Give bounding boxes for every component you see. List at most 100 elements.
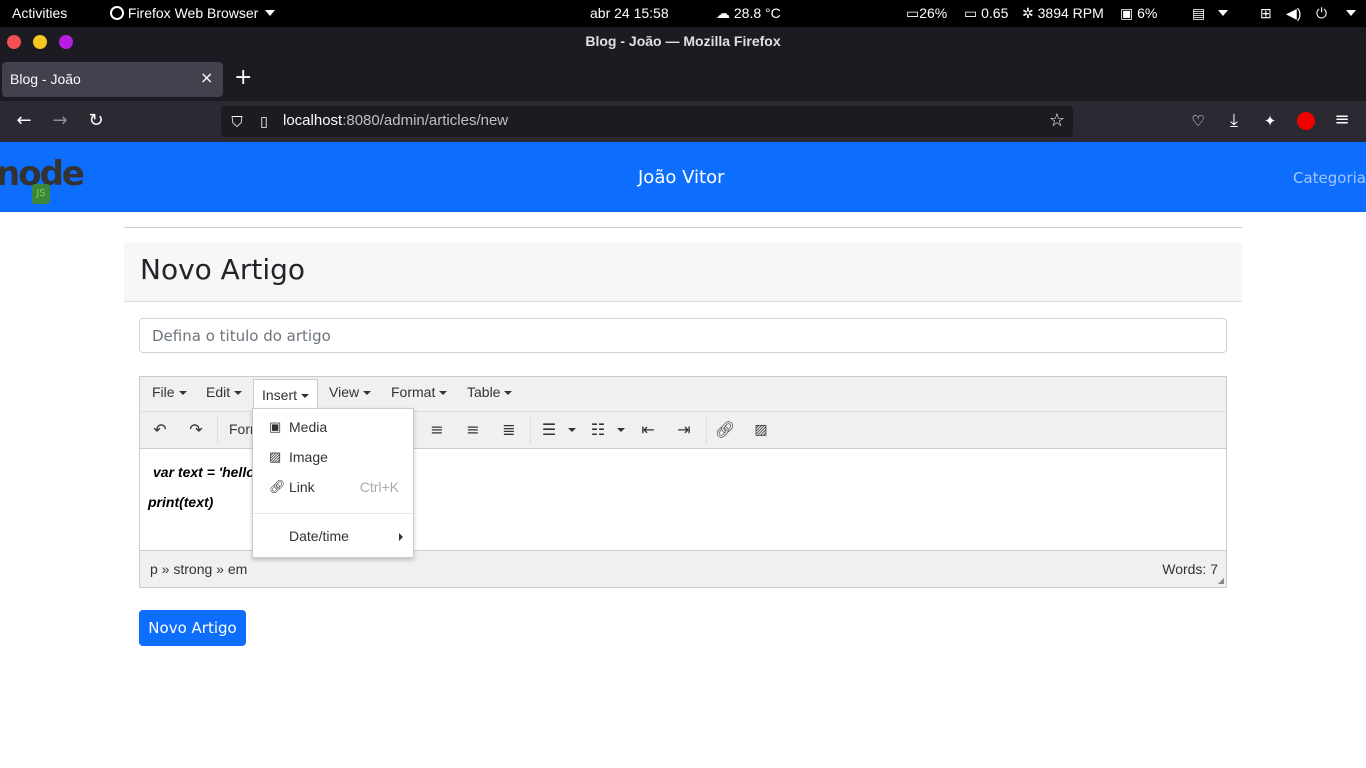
- close-tab-icon[interactable]: ×: [200, 68, 213, 87]
- site-navbar: node JS João Vitor Categorias: [0, 142, 1366, 212]
- cloud-icon: ☁: [716, 5, 730, 21]
- numbered-list-chevron-icon[interactable]: [617, 428, 625, 432]
- volume-icon[interactable]: ◀): [1286, 5, 1301, 22]
- menu-table[interactable]: Table: [459, 377, 520, 411]
- fan-indicator[interactable]: ✲ 3894 RPM: [1022, 5, 1104, 22]
- menu-divider: [253, 513, 413, 514]
- weather-indicator[interactable]: ☁ 28.8 °C: [716, 5, 781, 22]
- weather-text: 28.8 °C: [733, 5, 781, 21]
- memory-indicator[interactable]: ▣ 6%: [1120, 5, 1157, 22]
- divider: [124, 227, 1242, 228]
- indent-icon[interactable]: ⇥: [673, 420, 695, 440]
- bullet-list-icon[interactable]: ☰: [538, 420, 560, 440]
- extension-icon[interactable]: ✦: [1259, 111, 1281, 131]
- content-line: print(text): [148, 494, 214, 510]
- formats-dropdown[interactable]: Forr: [229, 421, 255, 437]
- chevron-down-icon[interactable]: [1218, 10, 1228, 16]
- clock[interactable]: abr 24 15:58: [590, 5, 669, 21]
- align-right-icon[interactable]: ≡: [462, 420, 484, 440]
- memory-text: 6%: [1137, 5, 1158, 21]
- outdent-icon[interactable]: ⇤: [637, 420, 659, 440]
- nav-link-categorias[interactable]: Categorias: [1293, 169, 1366, 187]
- page-icon: ▯: [260, 114, 268, 130]
- toolbar-separator: [530, 416, 531, 444]
- menu-file[interactable]: File: [144, 377, 195, 411]
- image-icon[interactable]: ▨: [750, 420, 772, 440]
- ublock-icon[interactable]: [1297, 112, 1315, 130]
- word-count: Words: 7: [1162, 561, 1218, 577]
- bookmark-star-icon[interactable]: ☆: [1047, 111, 1067, 131]
- battery-text: 26%: [919, 5, 948, 21]
- navigation-toolbar: ← → ↻ ⛉ ▯ localhost:8080/admin/articles/…: [0, 101, 1366, 142]
- back-icon[interactable]: ←: [13, 111, 35, 131]
- window-title: Blog - João — Mozilla Firefox: [585, 33, 781, 49]
- menu-item-label: Media: [289, 419, 328, 435]
- redo-icon[interactable]: ↷: [185, 420, 207, 440]
- menu-format[interactable]: Format: [383, 377, 455, 411]
- shortcut-label: Ctrl+K: [359, 479, 399, 495]
- editor-menubar: File Edit Insert View Format Table: [140, 377, 1226, 415]
- menu-item-image[interactable]: ▨ Image: [253, 443, 413, 471]
- page-title: Novo Artigo: [140, 253, 306, 286]
- firefox-icon: [110, 6, 124, 20]
- bullet-list-chevron-icon[interactable]: [568, 428, 576, 432]
- fan-icon: ✲: [1022, 5, 1034, 21]
- align-center-icon[interactable]: ≡: [426, 420, 448, 440]
- article-title-input[interactable]: [139, 318, 1227, 353]
- menu-item-link[interactable]: 🔗︎ Link Ctrl+K: [253, 473, 413, 501]
- menu-edit[interactable]: Edit: [198, 377, 250, 411]
- reload-icon[interactable]: ↻: [85, 111, 107, 131]
- resize-handle-icon[interactable]: ◢: [1218, 576, 1224, 585]
- nodejs-logo[interactable]: node JS: [0, 150, 88, 204]
- app-menu[interactable]: Firefox Web Browser: [110, 5, 276, 21]
- content-line: var text = 'hello: [153, 464, 255, 480]
- card-header: Novo Artigo: [124, 243, 1242, 302]
- toolbar-separator: [706, 416, 707, 444]
- chevron-right-icon: [399, 533, 403, 541]
- submit-article-button[interactable]: Novo Artigo: [139, 610, 246, 646]
- toolbar-separator: [217, 416, 218, 444]
- shield-icon[interactable]: ⛉: [228, 112, 246, 132]
- monitor-icon: ▭: [964, 5, 978, 21]
- battery-icon: ▭: [906, 5, 920, 21]
- insert-menu-dropdown: ▣ Media ▨ Image 🔗︎ Link Ctrl+K Date/time: [252, 408, 414, 558]
- cpu-load-indicator[interactable]: ▭ 0.65: [964, 5, 1008, 22]
- url-bar[interactable]: ⛉ ▯ localhost:8080/admin/articles/new ☆: [221, 106, 1073, 137]
- network-icon[interactable]: ⊞: [1260, 5, 1272, 22]
- image-icon: ▨: [269, 449, 282, 464]
- menu-item-media[interactable]: ▣ Media: [253, 413, 413, 441]
- element-path[interactable]: p » strong » em: [150, 561, 247, 577]
- load-text: 0.65: [981, 5, 1009, 21]
- activities-button[interactable]: Activities: [12, 5, 67, 21]
- align-justify-icon[interactable]: ≣: [498, 420, 520, 440]
- site-brand[interactable]: João Vitor: [638, 167, 724, 188]
- system-top-bar: Activities Firefox Web Browser abr 24 15…: [0, 0, 1366, 27]
- link-icon: 🔗︎: [269, 479, 286, 494]
- window-title-bar: Blog - João — Mozilla Firefox: [0, 27, 1366, 57]
- new-tab-icon[interactable]: +: [234, 67, 252, 89]
- app-menu-label: Firefox Web Browser: [127, 5, 259, 21]
- media-icon: ▣: [269, 419, 282, 434]
- clipboard-icon[interactable]: ▤: [1192, 5, 1205, 22]
- pocket-icon[interactable]: ♡: [1187, 111, 1209, 131]
- link-icon[interactable]: 🔗︎: [714, 420, 736, 440]
- menu-item-datetime[interactable]: Date/time: [253, 522, 413, 550]
- menu-item-label: Image: [289, 449, 328, 465]
- menu-item-label: Date/time: [289, 528, 349, 544]
- js-hexagon-icon: JS: [32, 184, 50, 204]
- forward-icon[interactable]: →: [49, 111, 71, 131]
- chevron-down-icon: [265, 10, 276, 16]
- menu-view[interactable]: View: [321, 377, 379, 411]
- chevron-down-icon[interactable]: [1346, 10, 1356, 16]
- tab-bar: Blog - João × +: [0, 57, 1366, 101]
- hamburger-menu-icon[interactable]: ≡: [1331, 110, 1353, 130]
- battery-indicator[interactable]: ▭26%: [906, 5, 947, 22]
- download-icon[interactable]: ⤓: [1223, 111, 1245, 131]
- tab-title: Blog - João: [10, 71, 81, 87]
- fan-text: 3894 RPM: [1037, 5, 1104, 21]
- power-icon[interactable]: ⏻: [1316, 5, 1327, 22]
- numbered-list-icon[interactable]: ☷: [587, 420, 609, 440]
- undo-icon[interactable]: ↶: [149, 420, 171, 440]
- tab-blog[interactable]: Blog - João ×: [2, 62, 223, 97]
- memory-icon: ▣: [1120, 5, 1134, 21]
